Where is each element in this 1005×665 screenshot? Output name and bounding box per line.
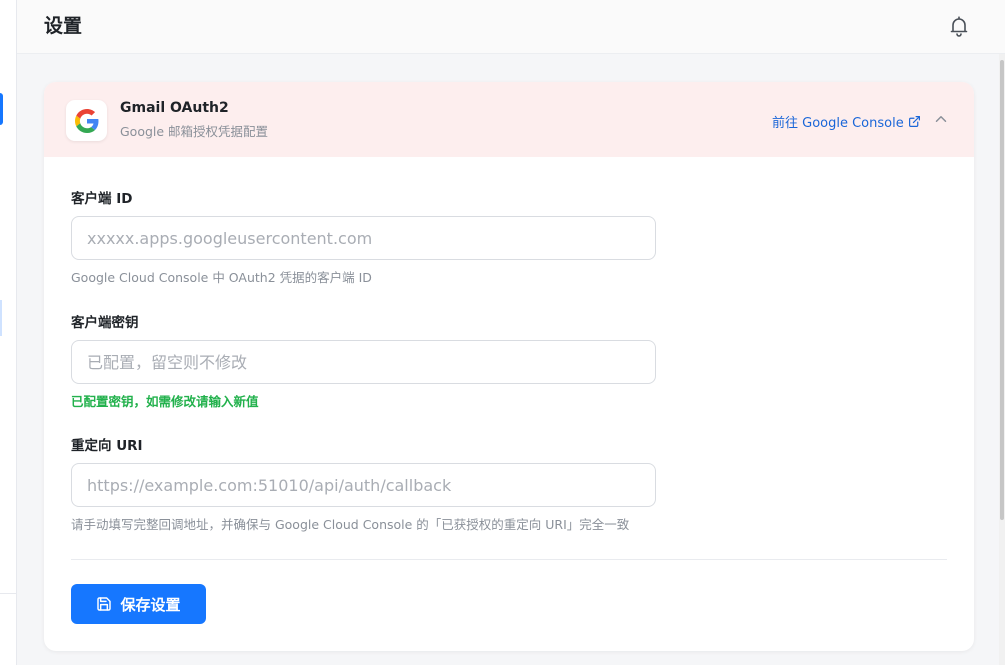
sidebar-item-indicator[interactable] (0, 300, 2, 336)
client-id-input[interactable] (71, 216, 656, 260)
scrollbar-thumb[interactable] (1000, 60, 1004, 520)
gmail-oauth-card: Gmail OAuth2 Google 邮箱授权凭据配置 前往 Google C… (44, 82, 974, 651)
chevron-up-icon[interactable] (932, 110, 950, 128)
bell-icon[interactable] (947, 14, 971, 38)
external-link-icon (908, 116, 920, 127)
card-title: Gmail OAuth2 (120, 100, 229, 116)
client-secret-input[interactable] (71, 340, 656, 384)
google-console-link-label: 前往 Google Console (772, 116, 904, 131)
client-secret-label: 客户端密钥 (71, 315, 139, 331)
save-settings-button[interactable]: 保存设置 (71, 584, 206, 624)
divider (71, 559, 947, 560)
top-bar: 设置 (17, 0, 1005, 54)
client-secret-status: 已配置密钥，如需修改请输入新值 (71, 394, 259, 409)
card-subtitle: Google 邮箱授权凭据配置 (120, 124, 269, 139)
scrollbar[interactable] (999, 54, 1005, 665)
google-logo-icon (66, 100, 107, 141)
redirect-uri-label: 重定向 URI (71, 438, 143, 454)
sidebar-divider (0, 593, 17, 594)
sidebar (0, 0, 17, 665)
page-title: 设置 (44, 15, 83, 37)
redirect-uri-input[interactable] (71, 463, 656, 507)
sidebar-active-indicator[interactable] (0, 93, 3, 125)
client-id-help: Google Cloud Console 中 OAuth2 凭据的客户端 ID (71, 270, 372, 285)
save-settings-label: 保存设置 (120, 595, 181, 614)
redirect-uri-help: 请手动填写完整回调地址，并确保与 Google Cloud Console 的「… (71, 517, 630, 532)
client-id-label: 客户端 ID (71, 191, 133, 207)
card-header: Gmail OAuth2 Google 邮箱授权凭据配置 前往 Google C… (44, 82, 974, 157)
google-console-link[interactable]: 前往 Google Console (772, 112, 921, 131)
save-icon (97, 597, 112, 611)
